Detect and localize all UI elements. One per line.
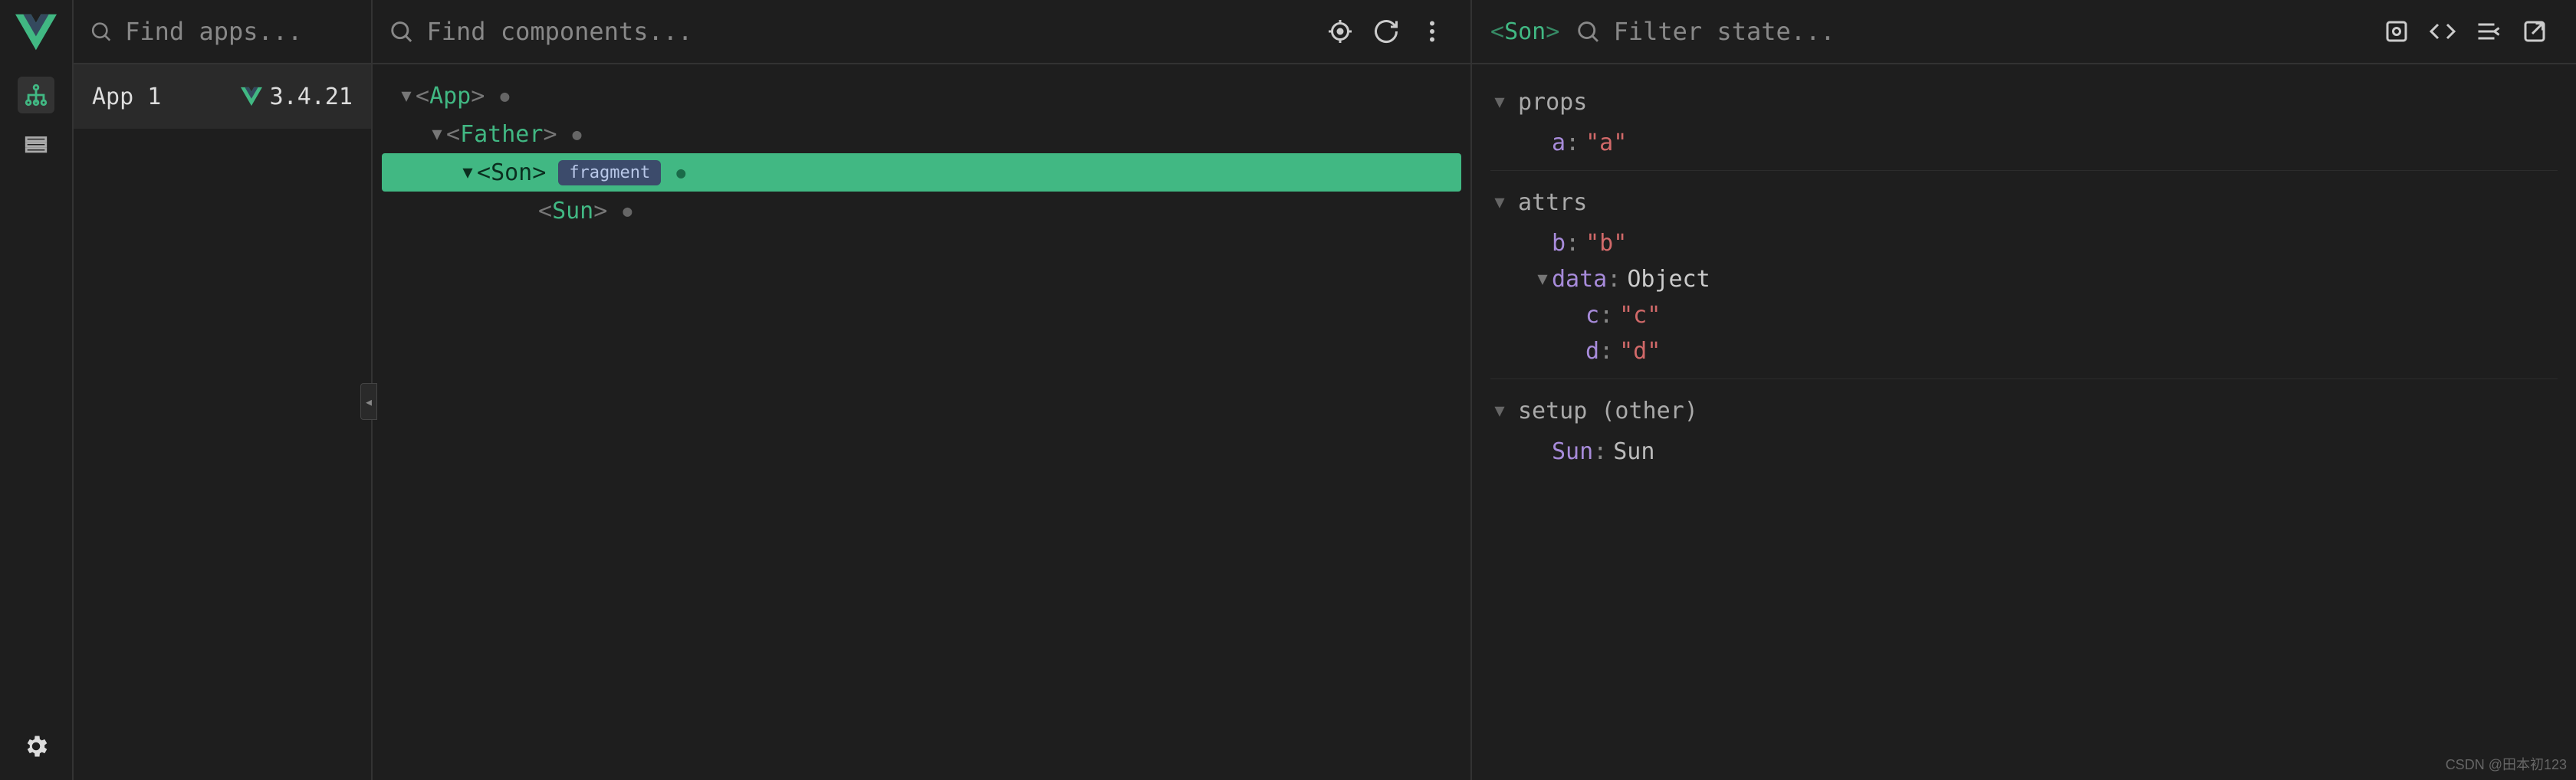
section-divider xyxy=(1490,170,2558,171)
perf-dot-icon: ● xyxy=(500,87,509,105)
tree-node-father[interactable]: ▼<Father>● xyxy=(382,115,1461,153)
state-row-b[interactable]: b: "b" xyxy=(1490,225,2558,261)
tree-node-son[interactable]: ▼<Son>fragment● xyxy=(382,153,1461,192)
state-selected-component: <Son> xyxy=(1490,18,1559,45)
watermark: CSDN @田本初123 xyxy=(2446,754,2567,774)
chevron-down-icon[interactable]: ▼ xyxy=(1533,270,1552,289)
chevron-down-icon: ▼ xyxy=(1490,193,1509,212)
expand-arrow-icon[interactable]: ▼ xyxy=(397,87,416,106)
perf-dot-icon: ● xyxy=(676,163,685,182)
vue-logo xyxy=(0,0,72,64)
components-tab-icon[interactable] xyxy=(18,77,54,113)
scroll-to-icon[interactable] xyxy=(2383,18,2410,45)
filter-state-input[interactable] xyxy=(1614,17,2367,46)
state-row-a[interactable]: a: "a" xyxy=(1490,125,2558,161)
section-head-attrs[interactable]: ▼attrs xyxy=(1490,180,2558,225)
state-row-Sun[interactable]: Sun: Sun xyxy=(1490,434,2558,470)
perf-dot-icon: ● xyxy=(623,202,632,220)
target-icon[interactable] xyxy=(1326,18,1354,45)
app-list-item[interactable]: App 1 3.4.21 xyxy=(74,64,371,129)
collapse-handle[interactable]: ◂ xyxy=(360,383,377,420)
settings-icon[interactable] xyxy=(18,728,54,765)
inspect-dom-icon[interactable] xyxy=(2475,18,2502,45)
fragment-badge: fragment xyxy=(558,160,661,185)
expand-arrow-icon[interactable]: ▼ xyxy=(458,163,477,182)
more-icon[interactable] xyxy=(1418,18,1446,45)
search-icon xyxy=(388,18,415,45)
search-icon xyxy=(89,18,113,45)
show-render-code-icon[interactable] xyxy=(2429,18,2456,45)
app-name-label: App 1 xyxy=(92,84,161,110)
timeline-tab-icon[interactable] xyxy=(18,126,54,162)
tree-node-sun[interactable]: <Sun>● xyxy=(382,192,1461,230)
section-head-setup[interactable]: ▼setup (other) xyxy=(1490,388,2558,434)
section-head-props[interactable]: ▼props xyxy=(1490,80,2558,125)
open-new-window-icon[interactable] xyxy=(2521,18,2548,45)
search-icon xyxy=(1575,18,1601,45)
chevron-down-icon: ▼ xyxy=(1490,93,1509,112)
chevron-down-icon: ▼ xyxy=(1490,401,1509,421)
expand-arrow-icon[interactable]: ▼ xyxy=(428,125,446,144)
app-version-label: 3.4.21 xyxy=(270,84,353,110)
state-row-c[interactable]: c: "c" xyxy=(1490,297,2558,333)
find-apps-input[interactable] xyxy=(125,17,356,46)
state-row-data[interactable]: ▼data: Object xyxy=(1490,261,2558,297)
state-row-d[interactable]: d: "d" xyxy=(1490,333,2558,369)
vue-mini-logo-icon xyxy=(241,86,262,107)
tree-node-app[interactable]: ▼<App>● xyxy=(382,77,1461,115)
refresh-icon[interactable] xyxy=(1372,18,1400,45)
find-components-input[interactable] xyxy=(427,17,1315,46)
perf-dot-icon: ● xyxy=(573,125,582,143)
